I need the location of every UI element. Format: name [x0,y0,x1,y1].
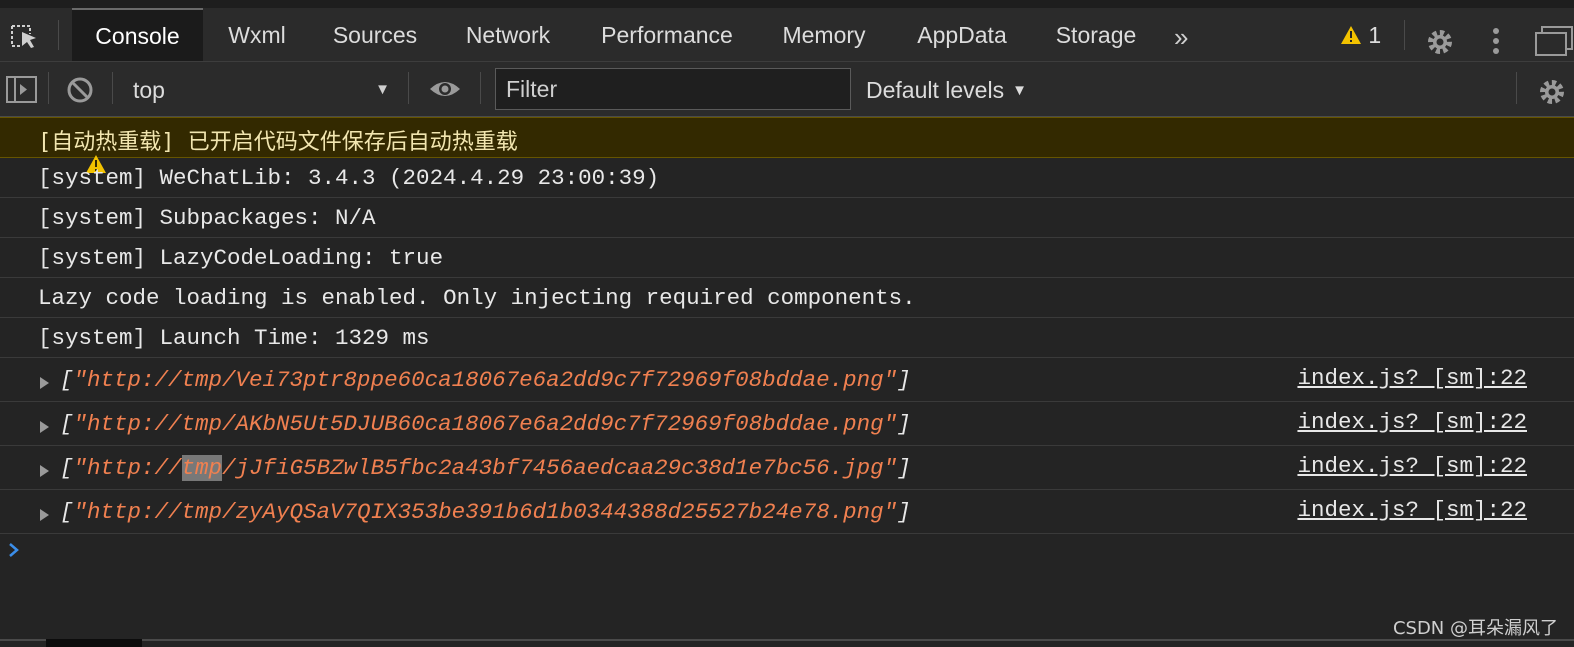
search-highlight: tmp [181,455,223,481]
log-message: [system] Subpackages: N/A [38,205,376,231]
expand-triangle-icon[interactable] [38,415,50,441]
tab-console[interactable]: Console [72,8,203,61]
divider [408,72,409,104]
string-value: "http://tmp/AKbN5Ut5DJUB60ca18067e6a2dd9… [73,411,898,437]
more-tabs-icon[interactable]: » [1174,22,1188,53]
eye-icon[interactable] [428,76,462,107]
dock-icon[interactable] [1534,26,1574,61]
divider [48,72,49,104]
source-link[interactable]: index.js? [sm]:22 [1297,409,1527,435]
console-warning-row: [自动热重载] 已开启代码文件保存后自动热重载 [0,117,1574,173]
source-link[interactable]: index.js? [sm]:22 [1297,453,1527,479]
clear-console-icon[interactable] [66,76,94,109]
log-levels-dropdown[interactable]: Default levels ▼ [866,70,1027,108]
chevron-down-icon: ▼ [375,81,390,98]
warning-icon [1341,26,1361,44]
sidebar-toggle-icon[interactable] [6,76,38,109]
array-value[interactable]: ["http://tmp/zyAyQSaV7QIX353be391b6d1b03… [60,499,911,525]
expand-triangle-icon[interactable] [38,503,50,529]
tab-memory[interactable]: Memory [770,8,878,61]
string-value: "http://tmp/Vei73ptr8ppe60ca18067e6a2dd9… [73,367,898,393]
chevron-down-icon: ▼ [1012,82,1027,99]
string-value-prefix: "http:// [73,455,182,481]
expand-triangle-icon[interactable] [38,459,50,485]
console-prompt-icon[interactable] [7,541,21,564]
tab-storage[interactable]: Storage [1046,8,1146,61]
tab-performance[interactable]: Performance [590,8,744,61]
array-value[interactable]: ["http://tmp/Vei73ptr8ppe60ca18067e6a2dd… [60,367,911,393]
source-link[interactable]: index.js? [sm]:22 [1297,497,1527,523]
log-row: [system] Subpackages: N/A [0,198,1574,238]
array-log-row: ["http://tmp/jJfiG5BZwlB5fbc2a43bf7456ae… [0,446,1574,490]
string-value: "http://tmp/zyAyQSaV7QIX353be391b6d1b034… [73,499,898,525]
console-toolbar: top ▼ Default levels ▼ [0,62,1574,117]
tab-wxml[interactable]: Wxml [212,8,302,61]
divider [58,20,59,50]
source-link[interactable]: index.js? [sm]:22 [1297,365,1527,391]
log-message: [system] WeChatLib: 3.4.3 (2024.4.29 23:… [38,165,660,191]
devtools-tab-bar: Console Wxml Sources Network Performance… [0,0,1574,62]
divider [480,72,481,104]
console-output: [自动热重载] 已开启代码文件保存后自动热重载 [system] WeChatL… [0,117,1574,534]
drawer-tab-indicator [46,639,142,647]
warning-counter[interactable]: 1 [1340,22,1381,49]
tab-network[interactable]: Network [452,8,564,61]
context-value: top [133,77,165,103]
array-value[interactable]: ["http://tmp/AKbN5Ut5DJUB60ca18067e6a2dd… [60,411,911,437]
array-log-row: ["http://tmp/Vei73ptr8ppe60ca18067e6a2dd… [0,358,1574,402]
inspect-element-icon[interactable] [8,20,40,52]
gear-icon[interactable] [1536,76,1568,113]
string-value-suffix: /jJfiG5BZwlB5fbc2a43bf7456aedcaa29c38d1e… [222,455,898,481]
array-log-row: ["http://tmp/AKbN5Ut5DJUB60ca18067e6a2dd… [0,402,1574,446]
gear-icon[interactable] [1424,26,1456,63]
tab-sources[interactable]: Sources [322,8,428,61]
tab-appdata[interactable]: AppData [905,8,1019,61]
divider [1404,20,1405,50]
log-row: [system] WeChatLib: 3.4.3 (2024.4.29 23:… [0,158,1574,198]
watermark: CSDN @耳朵漏风了 [1392,618,1558,639]
log-row: Lazy code loading is enabled. Only injec… [0,278,1574,318]
context-selector[interactable]: top ▼ [120,70,398,108]
log-message: Lazy code loading is enabled. Only injec… [38,285,916,311]
log-message: [system] Launch Time: 1329 ms [38,325,430,351]
filter-input[interactable] [495,68,851,110]
warning-count: 1 [1368,22,1382,48]
drawer-divider[interactable] [0,639,1574,641]
expand-triangle-icon[interactable] [38,371,50,397]
divider [1516,72,1517,104]
log-message: [system] LazyCodeLoading: true [38,245,444,271]
log-row: [system] Launch Time: 1329 ms [0,318,1574,358]
log-row: [system] LazyCodeLoading: true [0,238,1574,278]
array-value[interactable]: ["http://tmp/jJfiG5BZwlB5fbc2a43bf7456ae… [60,455,911,481]
warning-message: [自动热重载] 已开启代码文件保存后自动热重载 [38,130,518,155]
divider [112,72,113,104]
array-log-row: ["http://tmp/zyAyQSaV7QIX353be391b6d1b03… [0,490,1574,534]
log-levels-label: Default levels [866,77,1005,103]
kebab-menu-icon[interactable] [1490,26,1502,61]
